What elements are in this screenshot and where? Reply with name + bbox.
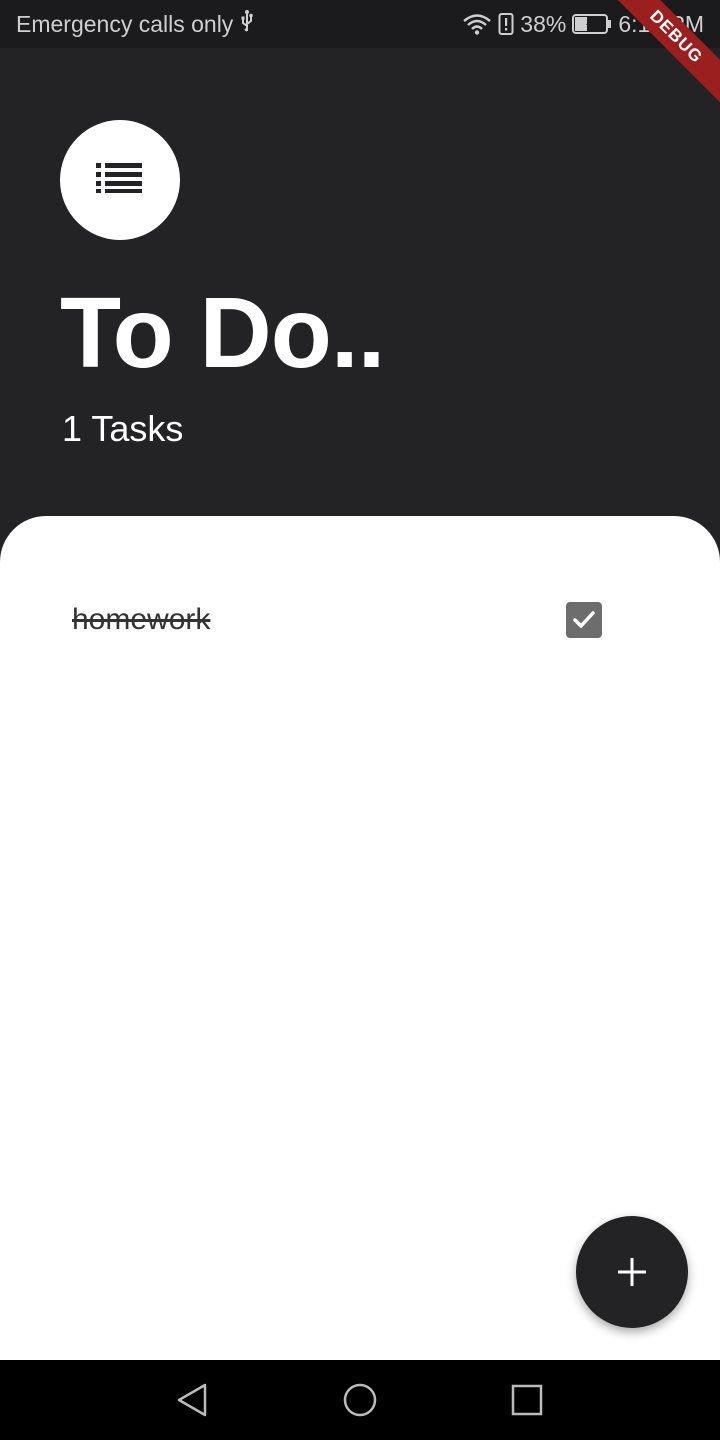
back-button[interactable] [163,1370,223,1430]
list-avatar [60,120,180,240]
task-row[interactable]: homework [72,600,632,640]
navigation-bar [0,1360,720,1440]
usb-icon [239,9,255,39]
status-bar: Emergency calls only 38% [0,0,720,48]
carrier-text: Emergency calls only [16,10,234,37]
app-screen: Emergency calls only 38% DEBUG To Do.. 1… [0,0,720,1440]
list-icon [96,162,144,199]
battery-charging-icon [572,13,612,35]
task-name: homework [72,603,211,636]
battery-alert-icon [498,12,514,36]
check-icon [573,611,595,628]
recents-icon [511,1384,542,1416]
battery-percent: 38% [520,10,567,37]
page-title: To Do.. [60,277,385,389]
recents-button[interactable] [497,1370,557,1430]
task-count: 1 Tasks [62,408,184,449]
wifi-icon [462,12,492,36]
add-icon [618,1258,646,1286]
add-task-button[interactable] [576,1216,688,1328]
back-icon [178,1383,207,1417]
home-button[interactable] [330,1370,390,1430]
home-icon [343,1383,377,1417]
status-left: Emergency calls only [16,9,255,39]
task-checkbox[interactable] [566,602,602,638]
